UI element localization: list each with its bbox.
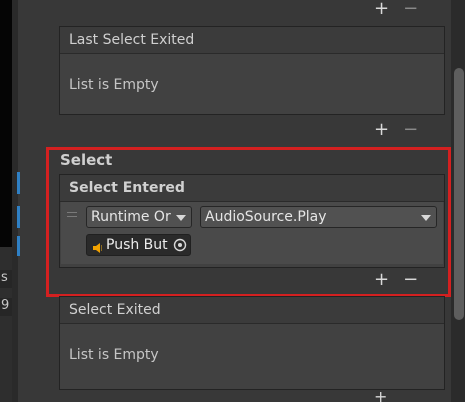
event-header: Select Exited bbox=[60, 297, 444, 324]
left-row-label: 9 bbox=[0, 298, 12, 316]
top-list-controls: + − bbox=[374, 0, 418, 18]
last-select-exited-list-controls: + − bbox=[374, 121, 418, 139]
remove-button[interactable]: − bbox=[403, 121, 418, 139]
empty-list-label: List is Empty bbox=[69, 347, 159, 363]
selection-tick bbox=[17, 206, 20, 228]
remove-button[interactable]: − bbox=[403, 0, 418, 18]
highlight-annotation bbox=[46, 147, 451, 297]
add-button[interactable]: + bbox=[374, 0, 389, 18]
left-row-label: s bbox=[0, 270, 12, 288]
event-header: Last Select Exited bbox=[60, 27, 444, 54]
scrollbar-thumb[interactable] bbox=[454, 68, 464, 320]
bottom-list-controls-partial: + bbox=[374, 392, 387, 402]
selection-tick bbox=[17, 172, 20, 194]
add-button[interactable]: + bbox=[374, 392, 387, 402]
selection-tick bbox=[17, 236, 20, 256]
empty-list-label: List is Empty bbox=[69, 77, 159, 93]
left-divider bbox=[12, 0, 18, 402]
add-button[interactable]: + bbox=[374, 121, 389, 139]
select-exited-event: Select Exited List is Empty bbox=[59, 296, 445, 390]
last-select-exited-event: Last Select Exited List is Empty bbox=[59, 26, 445, 115]
left-scene-view bbox=[0, 0, 12, 247]
